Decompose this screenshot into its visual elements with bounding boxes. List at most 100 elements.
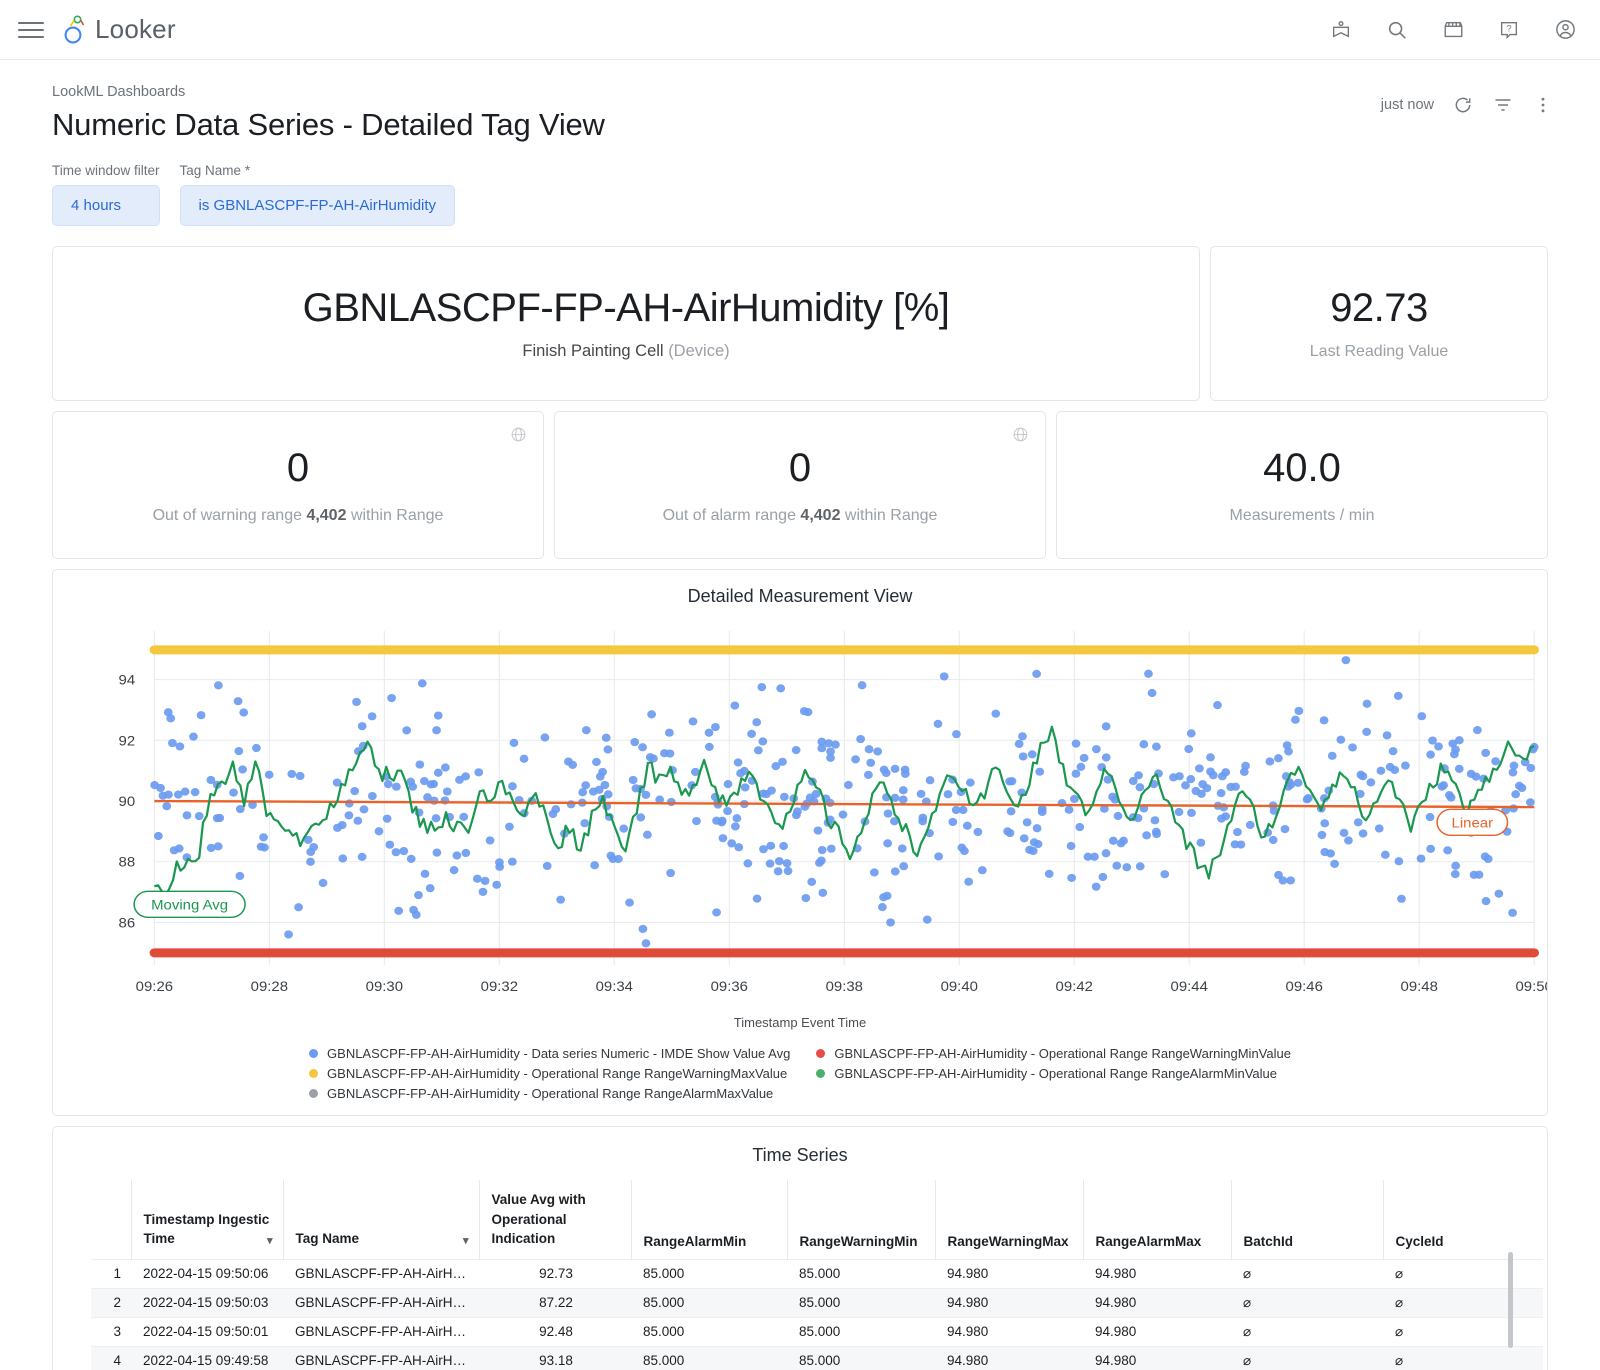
app-bar: Looker ? (0, 0, 1600, 60)
legend-swatch (309, 1049, 318, 1058)
kebab-menu-icon[interactable] (1532, 94, 1554, 116)
row-warning-max: 94.980 (935, 1346, 1083, 1370)
measurements-value: 40.0 (1263, 446, 1341, 491)
breadcrumb[interactable]: LookML Dashboards (52, 84, 1548, 100)
required-marker: * (245, 163, 250, 178)
table-header-index (91, 1180, 131, 1259)
row-alarm-max: 94.980 (1083, 1259, 1231, 1288)
table-header-batch-id[interactable]: BatchId (1231, 1180, 1383, 1259)
legend-label: GBNLASCPF-FP-AH-AirHumidity - Data serie… (327, 1046, 790, 1061)
tile-time-series-table[interactable]: Time Series Timestamp Ingestic (52, 1126, 1548, 1370)
table-row[interactable]: 42022-04-15 09:49:58GBNLASCPF-FP-AH-AirH… (91, 1346, 1543, 1370)
tile-warning-range[interactable]: 0 Out of warning range 4,402 within Rang… (52, 411, 544, 559)
tile-tag-header[interactable]: GBNLASCPF-FP-AH-AirHumidity [%] Finish P… (52, 246, 1200, 401)
legend-label: GBNLASCPF-FP-AH-AirHumidity - Operationa… (327, 1066, 787, 1081)
svg-text:09:32: 09:32 (481, 979, 518, 994)
svg-text:09:42: 09:42 (1056, 979, 1093, 994)
device-suffix: (Device) (668, 342, 729, 360)
chevron-down-icon[interactable]: ▾ (463, 1234, 469, 1247)
row-value: 93.18 (479, 1346, 631, 1370)
svg-text:09:44: 09:44 (1171, 979, 1208, 994)
row-warning-min: 85.000 (787, 1346, 935, 1370)
svg-text:09:50: 09:50 (1516, 979, 1547, 994)
tile-measurements-per-min[interactable]: 40.0 Measurements / min (1056, 411, 1548, 559)
table-header-range-alarm-min[interactable]: RangeAlarmMin (631, 1180, 787, 1259)
tag-name-filter[interactable]: is GBNLASCPF-FP-AH-AirHumidity (180, 185, 456, 226)
row-timestamp: 2022-04-15 09:50:03 (131, 1288, 283, 1317)
tile-row-3: Detailed Measurement View 8688909294 09:… (52, 569, 1548, 1116)
table-row[interactable]: 22022-04-15 09:50:03GBNLASCPF-FP-AH-AirH… (91, 1288, 1543, 1317)
table-header-cycle-id[interactable]: CycleId (1383, 1180, 1543, 1259)
filter-label-tag-name-text: Tag Name (180, 163, 242, 178)
row-batch-id: ⌀ (1231, 1288, 1383, 1317)
row-value: 87.22 (479, 1288, 631, 1317)
looker-logo[interactable]: Looker (64, 14, 176, 45)
table-scrollbar[interactable] (1508, 1252, 1513, 1348)
legend-item[interactable]: GBNLASCPF-FP-AH-AirHumidity - Operationa… (816, 1066, 1291, 1081)
row-cycle-id: ⌀ (1383, 1317, 1543, 1346)
table-header-value-avg[interactable]: Value Avg with Operational Indication (479, 1180, 631, 1259)
row-tag-name: GBNLASCPF-FP-AH-AirHumidity (283, 1288, 479, 1317)
table-row[interactable]: 32022-04-15 09:50:01GBNLASCPF-FP-AH-AirH… (91, 1317, 1543, 1346)
search-icon[interactable] (1384, 17, 1410, 43)
table-header-range-warning-max[interactable]: RangeWarningMax (935, 1180, 1083, 1259)
chevron-down-icon[interactable]: ▾ (267, 1234, 273, 1247)
alarm-range-count: 4,402 (800, 507, 840, 524)
time-window-filter[interactable]: 4 hours (52, 185, 160, 226)
legend-swatch (816, 1049, 825, 1058)
refresh-icon[interactable] (1452, 94, 1474, 116)
tile-detailed-measurement-view[interactable]: Detailed Measurement View 8688909294 09:… (52, 569, 1548, 1116)
table-header-timestamp-line1: Timestamp Ingestic (144, 1210, 273, 1230)
svg-text:?: ? (1506, 23, 1511, 33)
table-header-row: Timestamp Ingestic Time ▾ Tag Name ▾ (91, 1180, 1543, 1259)
tile-alarm-range[interactable]: 0 Out of alarm range 4,402 within Range (554, 411, 1046, 559)
row-index: 4 (91, 1346, 131, 1370)
filter-label-tag-name: Tag Name * (180, 163, 456, 178)
filter-tag-name: Tag Name * is GBNLASCPF-FP-AH-AirHumidit… (180, 163, 456, 226)
svg-text:92: 92 (119, 734, 136, 749)
row-warning-max: 94.980 (935, 1288, 1083, 1317)
table-body: 12022-04-15 09:50:06GBNLASCPF-FP-AH-AirH… (91, 1259, 1543, 1370)
table-header-tag-name-text: Tag Name (296, 1229, 469, 1249)
tile-row-1: GBNLASCPF-FP-AH-AirHumidity [%] Finish P… (52, 246, 1548, 401)
legend-item[interactable]: GBNLASCPF-FP-AH-AirHumidity - Data serie… (309, 1046, 790, 1061)
tile-last-reading[interactable]: 92.73 Last Reading Value (1210, 246, 1548, 401)
row-alarm-min: 85.000 (631, 1346, 787, 1370)
row-index: 2 (91, 1288, 131, 1317)
table-header-timestamp[interactable]: Timestamp Ingestic Time ▾ (131, 1180, 283, 1259)
row-tag-name: GBNLASCPF-FP-AH-AirHumidity (283, 1317, 479, 1346)
x-axis-title: Timestamp Event Time (53, 1015, 1547, 1030)
legend-label: GBNLASCPF-FP-AH-AirHumidity - Operationa… (834, 1066, 1277, 1081)
tag-title: GBNLASCPF-FP-AH-AirHumidity [%] (303, 286, 950, 330)
marketplace-icon[interactable] (1440, 17, 1466, 43)
row-batch-id: ⌀ (1231, 1317, 1383, 1346)
time-series-table: Timestamp Ingestic Time ▾ Tag Name ▾ (91, 1180, 1543, 1370)
table-row[interactable]: 12022-04-15 09:50:06GBNLASCPF-FP-AH-AirH… (91, 1259, 1543, 1288)
legend-item[interactable]: GBNLASCPF-FP-AH-AirHumidity - Operationa… (816, 1046, 1291, 1061)
svg-text:86: 86 (119, 916, 136, 931)
chart-plot-area[interactable]: 8688909294 09:2609:2809:3009:3209:3409:3… (53, 613, 1547, 1013)
page-title: Numeric Data Series - Detailed Tag View (52, 107, 1548, 143)
filter-label-time-window: Time window filter (52, 163, 160, 178)
filter-icon[interactable] (1492, 94, 1514, 116)
last-refresh-label: just now (1381, 97, 1434, 113)
device-name: Finish Painting Cell (522, 342, 663, 360)
table-header-timestamp-line2: Time (144, 1229, 273, 1249)
table-header-range-warning-min[interactable]: RangeWarningMin (787, 1180, 935, 1259)
row-batch-id: ⌀ (1231, 1259, 1383, 1288)
legend-item[interactable]: GBNLASCPF-FP-AH-AirHumidity - Operationa… (309, 1066, 790, 1081)
table-header-tag-name[interactable]: Tag Name ▾ (283, 1180, 479, 1259)
table-header-range-alarm-max[interactable]: RangeAlarmMax (1083, 1180, 1231, 1259)
svg-text:09:38: 09:38 (826, 979, 863, 994)
row-index: 1 (91, 1259, 131, 1288)
account-icon[interactable] (1552, 17, 1578, 43)
row-value: 92.73 (479, 1259, 631, 1288)
develop-icon[interactable] (1328, 17, 1354, 43)
alarm-range-label: Out of alarm range 4,402 within Range (663, 507, 938, 525)
row-cycle-id: ⌀ (1383, 1288, 1543, 1317)
legend-item[interactable]: GBNLASCPF-FP-AH-AirHumidity - Operationa… (309, 1086, 790, 1101)
help-icon[interactable]: ? (1496, 17, 1522, 43)
row-alarm-max: 94.980 (1083, 1346, 1231, 1370)
legend-swatch (309, 1069, 318, 1078)
hamburger-icon[interactable] (18, 17, 44, 43)
